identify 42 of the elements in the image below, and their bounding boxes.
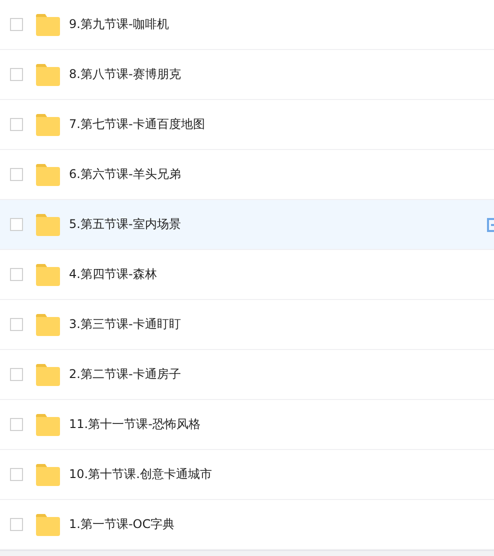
file-row[interactable]: 8.第八节课-赛博朋克: [0, 50, 494, 100]
checkbox[interactable]: [10, 168, 23, 181]
folder-icon: [36, 214, 60, 236]
folder-name[interactable]: 8.第八节课-赛博朋克: [69, 66, 181, 83]
folder-name[interactable]: 11.第十一节课-恐怖风格: [69, 416, 200, 433]
checkbox[interactable]: [10, 268, 23, 281]
folder-icon: [36, 414, 60, 436]
folder-name[interactable]: 9.第九节课-咖啡机: [69, 16, 169, 33]
checkbox[interactable]: [10, 418, 23, 431]
file-row[interactable]: 5.第五节课-室内场景: [0, 200, 494, 250]
checkbox[interactable]: [10, 68, 23, 81]
folder-name[interactable]: 6.第六节课-羊头兄弟: [69, 166, 181, 183]
folder-name[interactable]: 4.第四节课-森林: [69, 266, 157, 283]
folder-icon: [36, 114, 60, 136]
folder-icon: [36, 314, 60, 336]
folder-icon: [36, 14, 60, 36]
file-row[interactable]: 2.第二节课-卡通房子: [0, 350, 494, 400]
folder-icon: [36, 514, 60, 536]
folder-name[interactable]: 2.第二节课-卡通房子: [69, 366, 181, 383]
checkbox[interactable]: [10, 218, 23, 231]
file-row[interactable]: 3.第三节课-卡通盯盯: [0, 300, 494, 350]
folder-icon: [36, 364, 60, 386]
folder-icon: [36, 264, 60, 286]
folder-icon: [36, 464, 60, 486]
checkbox[interactable]: [10, 118, 23, 131]
checkbox[interactable]: [10, 318, 23, 331]
file-row[interactable]: 7.第七节课-卡通百度地图: [0, 100, 494, 150]
folder-icon: [36, 164, 60, 186]
folder-name[interactable]: 5.第五节课-室内场景: [69, 216, 181, 233]
folder-name[interactable]: 7.第七节课-卡通百度地图: [69, 116, 205, 133]
file-row[interactable]: 10.第十节课.创意卡通城市: [0, 450, 494, 500]
checkbox[interactable]: [10, 368, 23, 381]
file-row[interactable]: 11.第十一节课-恐怖风格: [0, 400, 494, 450]
folder-name[interactable]: 10.第十节课.创意卡通城市: [69, 466, 212, 483]
checkbox[interactable]: [10, 518, 23, 531]
folder-icon: [36, 64, 60, 86]
folder-name[interactable]: 3.第三节课-卡通盯盯: [69, 316, 181, 333]
checkbox[interactable]: [10, 468, 23, 481]
file-row[interactable]: 4.第四节课-森林: [0, 250, 494, 300]
file-row[interactable]: 9.第九节课-咖啡机: [0, 0, 494, 50]
checkbox[interactable]: [10, 18, 23, 31]
folder-name[interactable]: 1.第一节课-OC字典: [69, 516, 175, 533]
